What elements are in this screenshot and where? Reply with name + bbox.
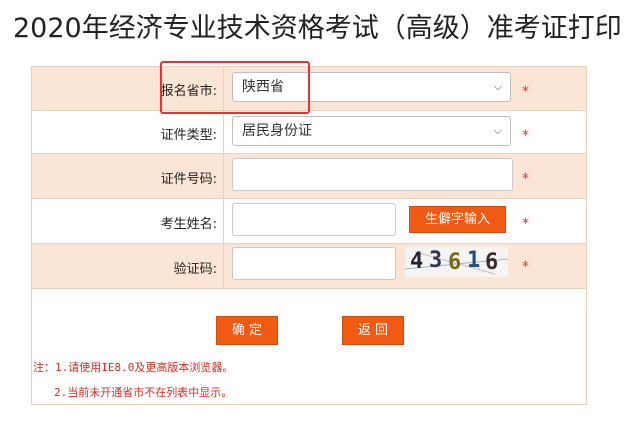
captcha-char: 6	[448, 250, 462, 275]
chevron-down-icon: ⌵	[493, 124, 502, 137]
highlight-box	[160, 61, 310, 114]
id-type-select-value: 居民身份证	[242, 123, 312, 139]
captcha-image[interactable]: 4 3 6 1 6	[405, 247, 508, 277]
divider	[32, 288, 586, 289]
back-button[interactable]: 返 回	[342, 316, 404, 345]
required-mark: *	[522, 84, 529, 100]
name-input[interactable]	[232, 203, 396, 236]
chevron-down-icon: ⌵	[493, 80, 502, 93]
required-mark: *	[522, 259, 529, 275]
captcha-input[interactable]	[232, 247, 396, 280]
required-mark: *	[522, 171, 529, 187]
confirm-button[interactable]: 确 定	[216, 316, 278, 345]
id-number-input[interactable]	[232, 158, 513, 191]
name-label: 考生姓名:	[160, 217, 217, 232]
captcha-char: 1	[467, 248, 481, 273]
captcha-char: 3	[429, 248, 443, 273]
note-line-2: 2.当前未开通省市不在列表中显示。	[54, 386, 233, 399]
rare-char-button[interactable]: 生僻字输入	[409, 206, 506, 233]
captcha-char: 4	[410, 249, 424, 274]
note-line-1: 注：1.请使用IE8.0及更高版本浏览器。	[33, 361, 234, 374]
id-type-select[interactable]: 居民身份证 ⌵	[232, 116, 511, 146]
id-type-label: 证件类型:	[160, 128, 217, 143]
page-title: 2020年经济专业技术资格考试（高级）准考证打印	[13, 13, 622, 44]
id-number-label: 证件号码:	[160, 172, 217, 187]
captcha-label: 验证码:	[173, 262, 217, 277]
captcha-char: 6	[485, 250, 499, 275]
required-mark: *	[522, 216, 529, 232]
required-mark: *	[522, 128, 529, 144]
